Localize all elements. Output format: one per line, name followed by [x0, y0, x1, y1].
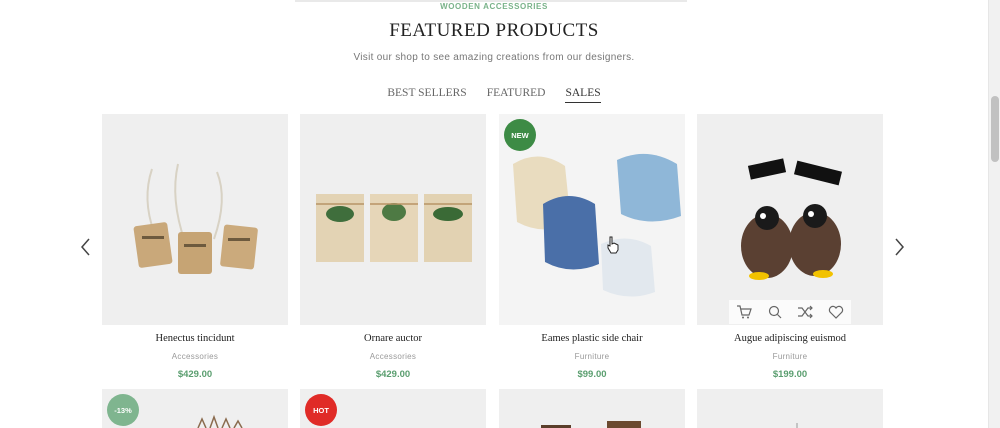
- heart-icon[interactable]: [828, 304, 844, 320]
- product-image: [541, 421, 641, 428]
- new-badge: NEW: [504, 119, 536, 151]
- chevron-left-icon: [81, 238, 90, 256]
- penguins-image: [741, 158, 843, 280]
- product-image[interactable]: [697, 114, 883, 325]
- product-name[interactable]: Ornare auctor: [300, 333, 486, 344]
- product-card-row2[interactable]: [499, 389, 685, 428]
- product-card[interactable]: Ornare auctor Accessories $429.00: [300, 114, 486, 380]
- product-card-row2[interactable]: -13%: [102, 389, 288, 428]
- section-subtitle: Visit our shop to see amazing creations …: [353, 52, 635, 63]
- section-title: FEATURED PRODUCTS: [389, 20, 599, 41]
- top-strip: WOODEN ACCESSORIES: [0, 0, 988, 16]
- product-category[interactable]: Furniture: [499, 352, 685, 361]
- gift-boxes-image: [316, 194, 472, 262]
- page-scrollbar[interactable]: [988, 0, 1000, 428]
- product-card-row2[interactable]: [697, 389, 883, 428]
- product-price: $199.00: [772, 369, 808, 380]
- search-icon[interactable]: [767, 304, 783, 320]
- tags-image: [133, 163, 258, 274]
- hot-badge: HOT: [305, 394, 337, 426]
- product-category[interactable]: Furniture: [697, 352, 883, 361]
- product-actions-bar: [729, 300, 851, 324]
- product-name[interactable]: Eames plastic side chair: [499, 333, 685, 344]
- product-image[interactable]: [102, 114, 288, 325]
- product-tabs: BEST SELLERS FEATURED SALES: [0, 87, 988, 103]
- carousel-next-button[interactable]: [891, 236, 907, 258]
- product-category[interactable]: Accessories: [300, 352, 486, 361]
- product-category[interactable]: Accessories: [102, 352, 288, 361]
- tab-best-sellers[interactable]: BEST SELLERS: [387, 87, 466, 103]
- carousel-prev-button[interactable]: [78, 236, 94, 258]
- hand-cursor-icon: [607, 236, 619, 254]
- chevron-right-icon: [895, 238, 904, 256]
- product-name[interactable]: Augue adipiscing euismod: [697, 333, 883, 344]
- product-card[interactable]: Henectus tincidunt Accessories $429.00: [102, 114, 288, 380]
- cart-icon[interactable]: [736, 304, 753, 320]
- product-card[interactable]: Augue adipiscing euismod Furniture $199.…: [697, 114, 883, 380]
- product-card-row2[interactable]: HOT: [300, 389, 486, 428]
- product-price: $429.00: [375, 369, 411, 380]
- tab-sales[interactable]: SALES: [565, 87, 601, 103]
- product-price: $429.00: [177, 369, 213, 380]
- tab-featured[interactable]: FEATURED: [487, 87, 546, 103]
- product-image: [197, 414, 243, 428]
- product-image[interactable]: [300, 114, 486, 325]
- shuffle-icon[interactable]: [797, 304, 814, 320]
- product-card[interactable]: NEW Eames plastic side chair Furniture $…: [499, 114, 685, 380]
- product-image[interactable]: NEW: [499, 114, 685, 325]
- product-name[interactable]: Henectus tincidunt: [102, 333, 288, 344]
- scrollbar-thumb[interactable]: [991, 96, 999, 162]
- product-image: [796, 423, 798, 428]
- product-price: $99.00: [577, 369, 607, 380]
- section-label: WOODEN ACCESSORIES: [440, 2, 548, 11]
